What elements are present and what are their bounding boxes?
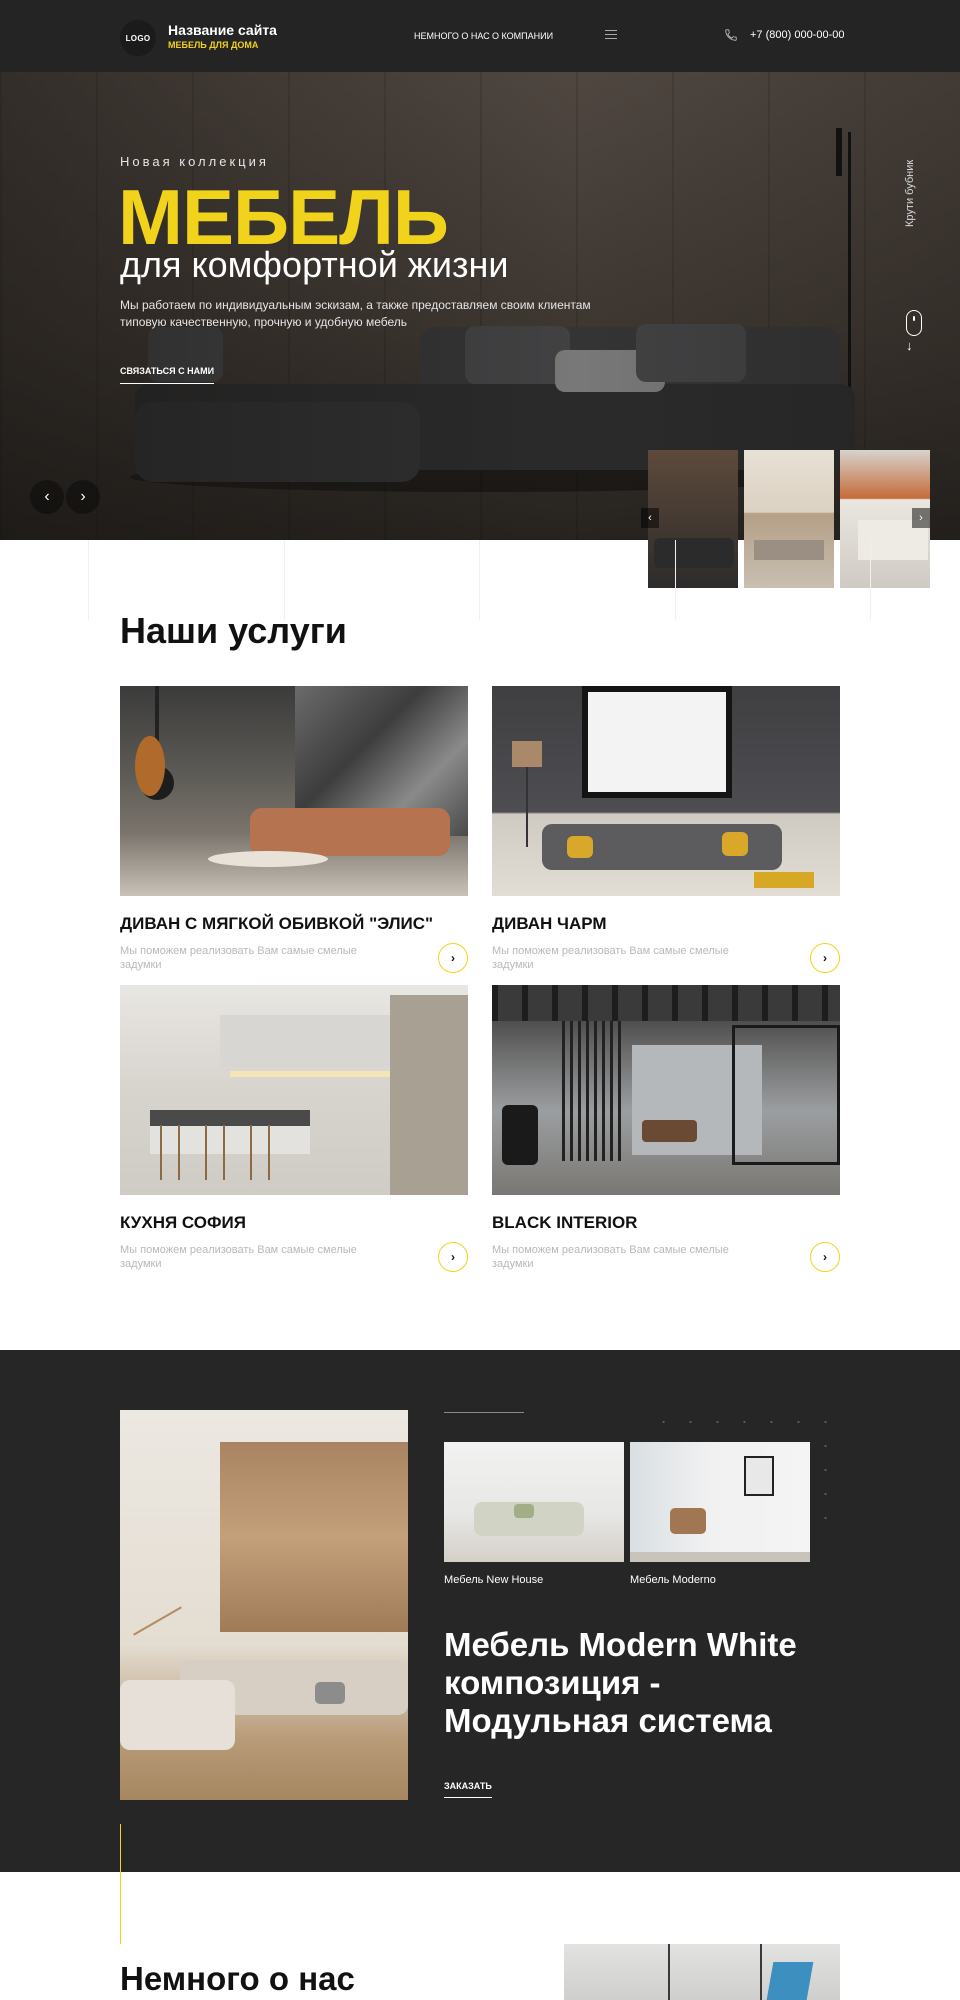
site-name[interactable]: Название сайта <box>168 22 277 38</box>
services-title: Наши услуги <box>120 610 347 651</box>
phone-number[interactable]: +7 (800) 000-00-00 <box>750 29 844 41</box>
service-card-description: Мы поможем реализовать Вам самые смелые … <box>492 1244 729 1270</box>
service-card-image[interactable] <box>120 985 468 1195</box>
service-card-title[interactable]: КУХНЯ СОФИЯ <box>120 1213 246 1233</box>
hero-description: Мы работаем по индивидуальным эскизам, а… <box>120 298 591 329</box>
hero-subtitle: Новая коллекция <box>120 154 269 169</box>
site-header: LOGO Название сайта МЕБЕЛЬ ДЛЯ ДОМА НЕМН… <box>0 0 960 72</box>
arrow-down-icon: ↓ <box>906 338 913 353</box>
background-grid-lines <box>0 540 960 620</box>
service-card-description: Мы поможем реализовать Вам самые смелые … <box>492 945 729 971</box>
chevron-left-icon[interactable]: ‹ <box>30 480 64 514</box>
chevron-right-icon[interactable]: › <box>438 943 468 973</box>
about-title: Немного о нас <box>120 1960 355 1997</box>
service-card-description: Мы поможем реализовать Вам самые смелые … <box>120 945 357 971</box>
site-logo[interactable]: LOGO <box>120 20 156 56</box>
featured-title: Мебель Modern White композиция - Модульн… <box>444 1626 797 1739</box>
phone-icon <box>725 29 737 41</box>
chevron-right-icon[interactable]: › <box>438 1242 468 1272</box>
hamburger-icon[interactable] <box>605 30 617 40</box>
collection-thumb-label[interactable]: Мебель Moderno <box>630 1574 716 1586</box>
order-link[interactable]: ЗАКАЗАТЬ <box>444 1781 492 1798</box>
collection-thumb-label[interactable]: Мебель New House <box>444 1574 543 1586</box>
site-tagline: МЕБЕЛЬ ДЛЯ ДОМА <box>168 40 259 50</box>
about-image <box>564 1944 840 2000</box>
service-card-title[interactable]: ДИВАН С МЯГКОЙ ОБИВКОЙ "ЭЛИС" <box>120 914 433 934</box>
chevron-right-icon[interactable]: › <box>66 480 100 514</box>
chevron-right-icon[interactable]: › <box>810 1242 840 1272</box>
service-card-image[interactable] <box>492 686 840 896</box>
chevron-left-icon[interactable]: ‹ <box>641 508 659 528</box>
collection-thumb[interactable] <box>630 1442 810 1562</box>
chevron-right-icon[interactable]: › <box>810 943 840 973</box>
service-card-description: Мы поможем реализовать Вам самые смелые … <box>120 1244 357 1270</box>
divider-line <box>444 1412 524 1413</box>
collection-thumb[interactable] <box>444 1442 624 1562</box>
service-card-title[interactable]: ДИВАН ЧАРМ <box>492 914 607 934</box>
nav-company[interactable]: О КОМПАНИИ <box>492 31 553 41</box>
scroll-hint: Крути бубник <box>904 159 916 227</box>
hero-title-secondary: для комфортной жизни <box>120 244 509 285</box>
chevron-right-icon[interactable]: › <box>912 508 930 528</box>
contact-us-link[interactable]: СВЯЗАТЬСЯ С НАМИ <box>120 366 215 384</box>
service-card-image[interactable] <box>492 985 840 1195</box>
mouse-scroll-icon <box>906 310 922 336</box>
accent-line <box>120 1824 121 1944</box>
service-card-image[interactable] <box>120 686 468 896</box>
service-card-title[interactable]: BLACK INTERIOR <box>492 1213 637 1233</box>
nav-about-us[interactable]: НЕМНОГО О НАС <box>414 31 490 41</box>
featured-section: Мебель New House Мебель Moderno Мебель M… <box>0 1350 960 1872</box>
featured-image <box>120 1410 408 1800</box>
